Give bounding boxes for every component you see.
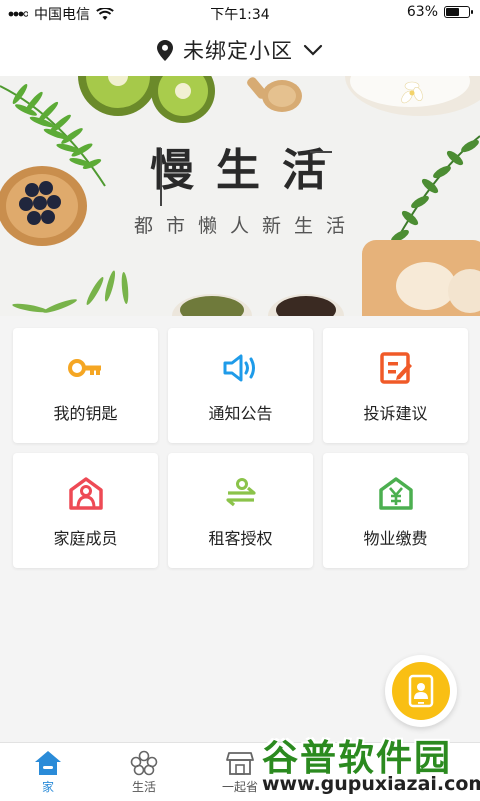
transfer-icon: [221, 473, 261, 513]
tab-label: 家: [41, 779, 54, 794]
tab-home[interactable]: 家: [0, 743, 96, 801]
flower-icon: [130, 750, 158, 775]
battery-percent: 63%: [406, 4, 438, 20]
phone-contact-fab[interactable]: [385, 655, 457, 727]
edit-icon: [376, 348, 416, 388]
complaint-card[interactable]: 投诉建议: [323, 328, 468, 443]
tab-life[interactable]: 生活: [96, 743, 192, 801]
banner-divider: [310, 151, 332, 153]
tab-label: 一起省: [221, 779, 258, 794]
tab-label: 生活: [131, 779, 156, 794]
banner-divider: [160, 148, 162, 206]
card-label: 我的钥匙: [53, 403, 118, 423]
banner-subtitle: 都市懒人新生活: [133, 215, 358, 237]
card-label: 物业缴费: [363, 528, 428, 548]
notice-card[interactable]: 通知公告: [168, 328, 313, 443]
banner-title: 慢生活: [150, 145, 348, 196]
watermark-url: www.gupuxiazai.com: [262, 773, 480, 795]
family-icon: [66, 473, 106, 513]
chevron-down-icon[interactable]: [303, 44, 323, 56]
location-pin-icon: [157, 39, 173, 61]
property-fee-card[interactable]: 物业缴费: [323, 453, 468, 568]
promo-banner[interactable]: 慢生活 都市懒人新生活: [0, 76, 480, 316]
site-watermark: 谷普软件园 www.gupuxiazai.com: [262, 725, 480, 800]
card-label: 通知公告: [208, 403, 273, 423]
speaker-icon: [221, 348, 261, 388]
card-label: 家庭成员: [53, 528, 118, 548]
my-keys-card[interactable]: 我的钥匙: [13, 328, 158, 443]
battery-icon: [444, 6, 473, 18]
yuan-house-icon: [376, 473, 416, 513]
feature-grid: 我的钥匙 通知公告 投诉建议 家庭成员 租客授权 物业缴费: [13, 328, 468, 568]
family-members-card[interactable]: 家庭成员: [13, 453, 158, 568]
phone-user-icon: [408, 674, 434, 708]
community-title: 未绑定小区: [183, 39, 293, 63]
tenant-auth-card[interactable]: 租客授权: [168, 453, 313, 568]
status-bar: 中国电信 下午1:34 63%: [0, 0, 480, 24]
key-icon: [66, 348, 106, 388]
card-label: 租客授权: [208, 528, 273, 548]
home-icon: [35, 750, 61, 775]
location-header[interactable]: 未绑定小区: [0, 24, 480, 76]
shop-icon: [226, 751, 254, 775]
card-label: 投诉建议: [363, 403, 428, 423]
